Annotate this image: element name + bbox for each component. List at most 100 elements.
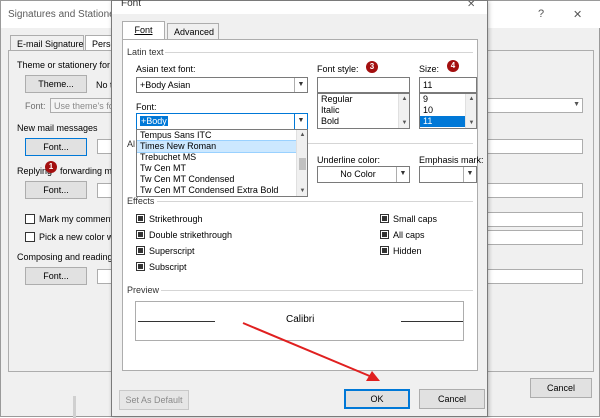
underline-color-label: Underline color: <box>317 155 381 165</box>
font-option-tw-cen-mt[interactable]: Tw Cen MT <box>137 163 307 174</box>
ok-button[interactable]: OK <box>344 389 410 409</box>
font-option-tw-cen-condensed[interactable]: Tw Cen MT Condensed <box>137 174 307 185</box>
all-caps-checkbox[interactable] <box>380 230 389 239</box>
mark-comments-checkbox[interactable] <box>25 214 35 224</box>
theme-stationery-label: Theme or stationery for n <box>17 60 118 70</box>
double-strikethrough-checkbox[interactable] <box>136 230 145 239</box>
chevron-down-icon: ▼ <box>573 101 580 108</box>
font-style-input[interactable] <box>317 77 410 93</box>
font-list-scrollbar[interactable]: ▲ ▼ <box>296 130 307 196</box>
underline-color-dropdown[interactable]: No Color ▼ <box>317 166 410 183</box>
bg-font-label: Font: <box>25 101 46 111</box>
effects-group-title: Effects <box>127 196 155 206</box>
new-mail-sample-right <box>481 139 583 154</box>
tab-email-signature[interactable]: E-mail Signature <box>10 35 84 51</box>
scroll-down-icon[interactable]: ▼ <box>297 186 307 196</box>
style-option-italic[interactable]: Italic <box>318 105 409 116</box>
tab-font[interactable]: Font <box>122 21 165 40</box>
cancel-button[interactable]: Cancel <box>419 389 485 409</box>
all-text-group-title: Al <box>127 139 136 149</box>
scroll-up-icon[interactable]: ▲ <box>466 94 476 104</box>
forwarding-label: forwarding m <box>60 166 113 176</box>
strikethrough-checkbox[interactable] <box>136 214 145 223</box>
size-list-scrollbar[interactable]: ▲ ▼ <box>465 94 476 128</box>
reply-sample-right <box>481 183 583 198</box>
scroll-up-icon[interactable]: ▲ <box>297 130 307 140</box>
chevron-down-icon: ▼ <box>396 167 409 182</box>
font-option-trebuchet[interactable]: Trebuchet MS <box>137 152 307 163</box>
font-style-list[interactable]: Regular Italic Bold ▲ ▼ <box>317 93 410 129</box>
pick-color-checkbox[interactable] <box>25 232 35 242</box>
emphasis-mark-label: Emphasis mark: <box>419 155 484 165</box>
size-label: Size: <box>419 64 440 74</box>
size-input[interactable]: 11 <box>419 77 477 93</box>
bg-font-select[interactable]: Use theme's fon <box>50 98 112 113</box>
font-label: Font: <box>136 102 157 112</box>
compose-font-button[interactable]: Font... <box>25 267 87 285</box>
group-separator <box>299 143 473 144</box>
set-as-default-button[interactable]: Set As Default <box>119 390 189 410</box>
style-list-scrollbar[interactable]: ▲ ▼ <box>398 94 409 128</box>
size-list[interactable]: 9 10 11 ▲ ▼ <box>419 93 477 129</box>
close-icon[interactable]: ✕ <box>467 0 475 10</box>
font-value: +Body <box>140 116 168 126</box>
small-caps-checkbox[interactable] <box>380 214 389 223</box>
group-separator <box>161 290 473 291</box>
scroll-thumb[interactable] <box>299 158 306 170</box>
group-separator <box>157 201 473 202</box>
composing-reading-label: Composing and reading p <box>17 252 121 262</box>
hidden-checkbox[interactable] <box>380 246 389 255</box>
tab-font-label: Font <box>134 25 153 35</box>
bg-font-dropdown-right[interactable]: ▼ <box>481 98 583 113</box>
preview-baseline-left <box>138 321 215 322</box>
scroll-up-icon[interactable]: ▲ <box>399 94 409 104</box>
theme-button[interactable]: Theme... <box>25 75 87 93</box>
all-caps-label: All caps <box>393 230 425 240</box>
annotation-badge-4: 4 <box>447 60 459 72</box>
tab-advanced-label: Advanced <box>174 27 215 37</box>
double-strikethrough-label: Double strikethrough <box>149 230 233 240</box>
superscript-checkbox[interactable] <box>136 246 145 255</box>
compose-sample-right <box>481 269 583 284</box>
font-dialog-title: Font <box>121 0 142 9</box>
font-option-tw-cen-condensed-extra-bold[interactable]: Tw Cen MT Condensed Extra Bold <box>137 185 307 196</box>
close-icon[interactable]: ✕ <box>573 8 582 21</box>
chevron-down-icon: ▼ <box>294 78 307 92</box>
font-dialog-title-bar: Font ✕ <box>112 0 487 14</box>
small-caps-label: Small caps <box>393 214 438 224</box>
group-separator <box>165 52 473 53</box>
font-option-tempus-sans[interactable]: Tempus Sans ITC <box>137 130 307 141</box>
reply-font-button[interactable]: Font... <box>25 181 87 199</box>
scroll-down-icon[interactable]: ▼ <box>466 118 476 128</box>
new-mail-messages-label: New mail messages <box>17 123 98 133</box>
font-option-times-new-roman[interactable]: Times New Roman <box>137 140 307 153</box>
mark-comments-label: Mark my comments <box>39 214 118 224</box>
mark-comments-field[interactable] <box>481 212 583 227</box>
tab-label: E-mail Signature <box>17 39 84 49</box>
bg-divider <box>73 396 76 418</box>
subscript-label: Subscript <box>149 262 187 272</box>
new-mail-font-button[interactable]: Font... <box>25 138 87 156</box>
font-style-label: Font style: <box>317 64 359 74</box>
asian-font-dropdown[interactable]: +Body Asian ▼ <box>136 77 308 93</box>
underline-color-value: No Color <box>340 169 376 179</box>
emphasis-mark-dropdown[interactable]: ▼ <box>419 166 477 183</box>
hidden-label: Hidden <box>393 246 422 256</box>
subscript-checkbox[interactable] <box>136 262 145 271</box>
strikethrough-label: Strikethrough <box>149 214 203 224</box>
scroll-down-icon[interactable]: ▼ <box>399 118 409 128</box>
asian-font-value: +Body Asian <box>140 80 191 90</box>
pick-color-field[interactable] <box>481 230 583 245</box>
style-option-regular[interactable]: Regular <box>318 94 409 105</box>
font-combobox[interactable]: +Body ▼ <box>136 113 308 130</box>
help-icon[interactable]: ? <box>538 8 544 20</box>
style-option-bold[interactable]: Bold <box>318 116 409 127</box>
tab-advanced[interactable]: Advanced <box>167 23 219 40</box>
annotation-badge-3: 3 <box>366 61 378 73</box>
bg-cancel-button[interactable]: Cancel <box>530 378 592 398</box>
preview-group-title: Preview <box>127 285 160 295</box>
font-dropdown-list[interactable]: Tempus Sans ITC Times New Roman Trebuche… <box>136 129 308 197</box>
preview-baseline-right <box>401 321 463 322</box>
asian-text-font-label: Asian text font: <box>136 64 196 74</box>
annotation-badge-1: 1 <box>45 161 57 173</box>
